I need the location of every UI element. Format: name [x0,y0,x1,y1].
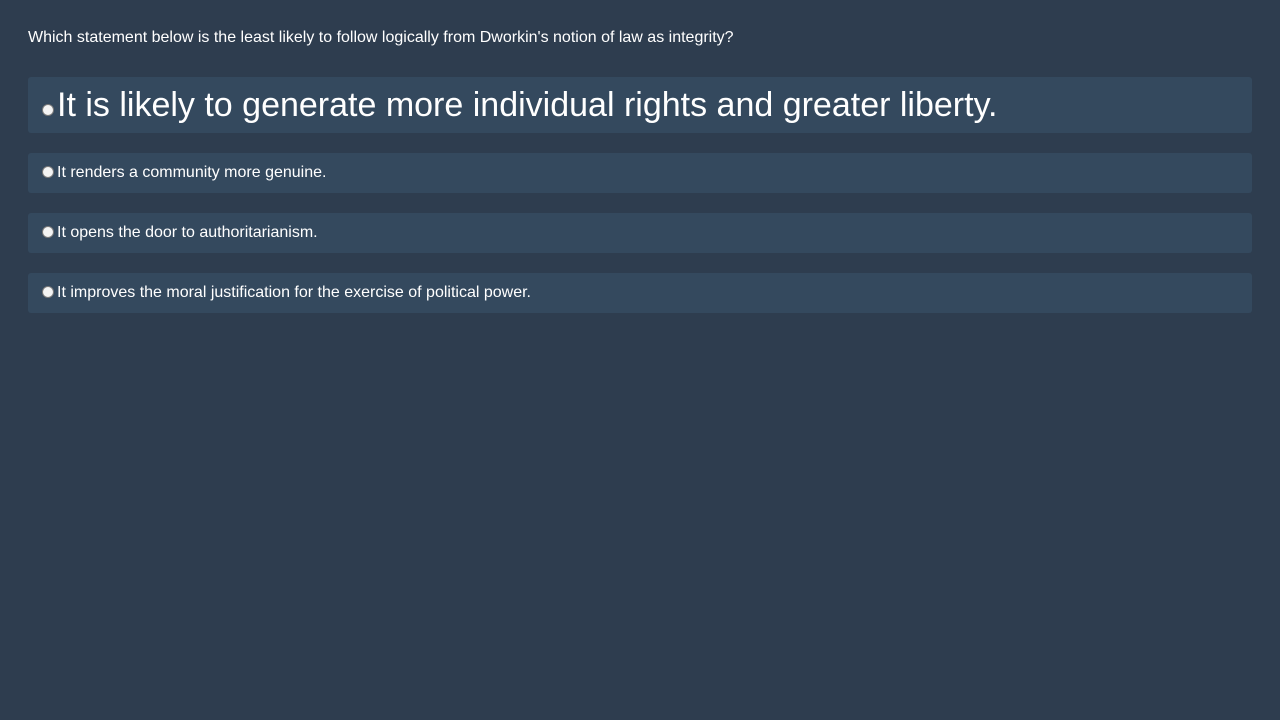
answer-option-2-label: It renders a community more genuine. [57,164,327,181]
answer-option-4[interactable]: It improves the moral justification for … [28,273,1252,313]
answer-option-1-label: It is likely to generate more individual… [57,86,998,124]
radio-button-3[interactable] [42,226,54,238]
answer-option-1[interactable]: It is likely to generate more individual… [28,77,1252,133]
radio-button-4[interactable] [42,286,54,298]
answer-option-2[interactable]: It renders a community more genuine. [28,153,1252,193]
question-text: Which statement below is the least likel… [28,29,734,46]
answer-option-4-label: It improves the moral justification for … [57,284,531,301]
radio-button-1[interactable] [42,104,54,116]
answer-option-3[interactable]: It opens the door to authoritarianism. [28,213,1252,253]
radio-button-2[interactable] [42,166,54,178]
answer-option-3-label: It opens the door to authoritarianism. [57,224,318,241]
